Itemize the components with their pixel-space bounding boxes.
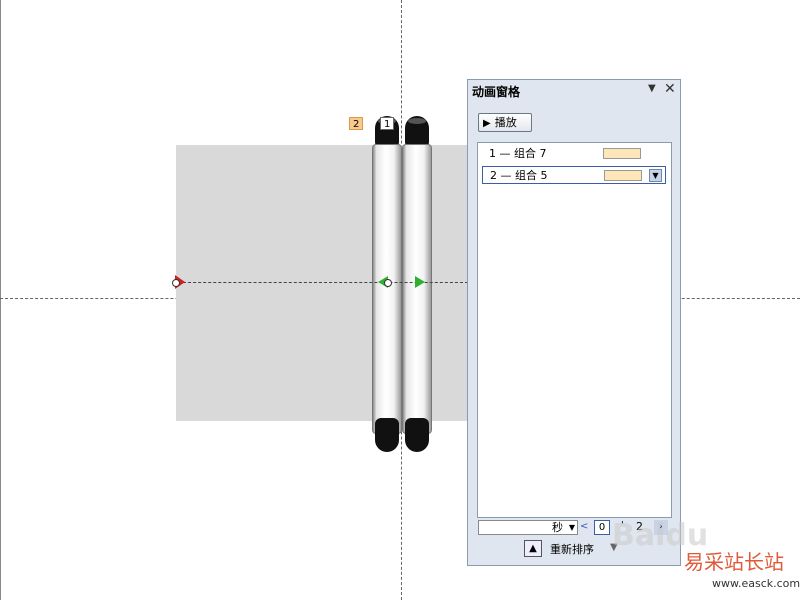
rod-body xyxy=(372,144,402,434)
list-item-label: 2 — 组合 5 xyxy=(490,169,548,182)
chevron-down-icon: ▼ xyxy=(568,523,575,532)
site-url-watermark: www.easck.com xyxy=(712,577,800,590)
chevron-down-icon[interactable]: ▼ xyxy=(649,169,662,182)
rod-bottom-cap xyxy=(375,418,399,452)
arrow-up-icon[interactable]: ▲ xyxy=(524,540,542,557)
seconds-label: 秒 xyxy=(552,521,563,534)
seconds-select[interactable]: 秒 ▼ xyxy=(478,520,578,535)
chevron-left-icon[interactable]: < xyxy=(580,521,588,532)
pane-title: 动画窗格 xyxy=(472,85,521,99)
timeline-start: 0 xyxy=(594,520,610,535)
close-icon[interactable]: ✕ xyxy=(664,81,676,97)
site-watermark: 易采站长站 xyxy=(684,550,784,574)
list-item-selected[interactable]: 2 — 组合 5 ▼ xyxy=(482,166,666,184)
play-icon: ▶ xyxy=(483,118,491,129)
path-point-icon xyxy=(384,279,392,287)
animation-list[interactable]: 1 — 组合 7 2 — 组合 5 ▼ xyxy=(477,142,672,518)
rod-body xyxy=(402,144,432,434)
timing-bar[interactable] xyxy=(603,148,641,159)
rod-bottom-cap xyxy=(405,418,429,452)
list-item-label: 1 — 组合 7 xyxy=(489,147,547,160)
triangle-down-icon[interactable]: ▼ xyxy=(648,83,656,94)
animation-tag-2[interactable]: 2 xyxy=(349,117,364,130)
play-label: 播放 xyxy=(494,116,517,129)
motion-path-start-icon[interactable] xyxy=(415,276,425,288)
animation-pane: 动画窗格 ▼ ✕ ▶ 播放 1 — 组合 7 2 — 组合 5 ▼ 秒 ▼ < 0… xyxy=(467,79,681,566)
reorder-label: 重新排序 xyxy=(550,543,594,556)
timing-bar[interactable] xyxy=(604,170,642,181)
play-button[interactable]: ▶ 播放 xyxy=(478,113,532,132)
animation-tag-1[interactable]: 1 xyxy=(380,117,395,130)
list-item[interactable]: 1 — 组合 7 xyxy=(482,145,666,163)
path-point-icon xyxy=(172,279,180,287)
slide-edge xyxy=(0,0,1,600)
